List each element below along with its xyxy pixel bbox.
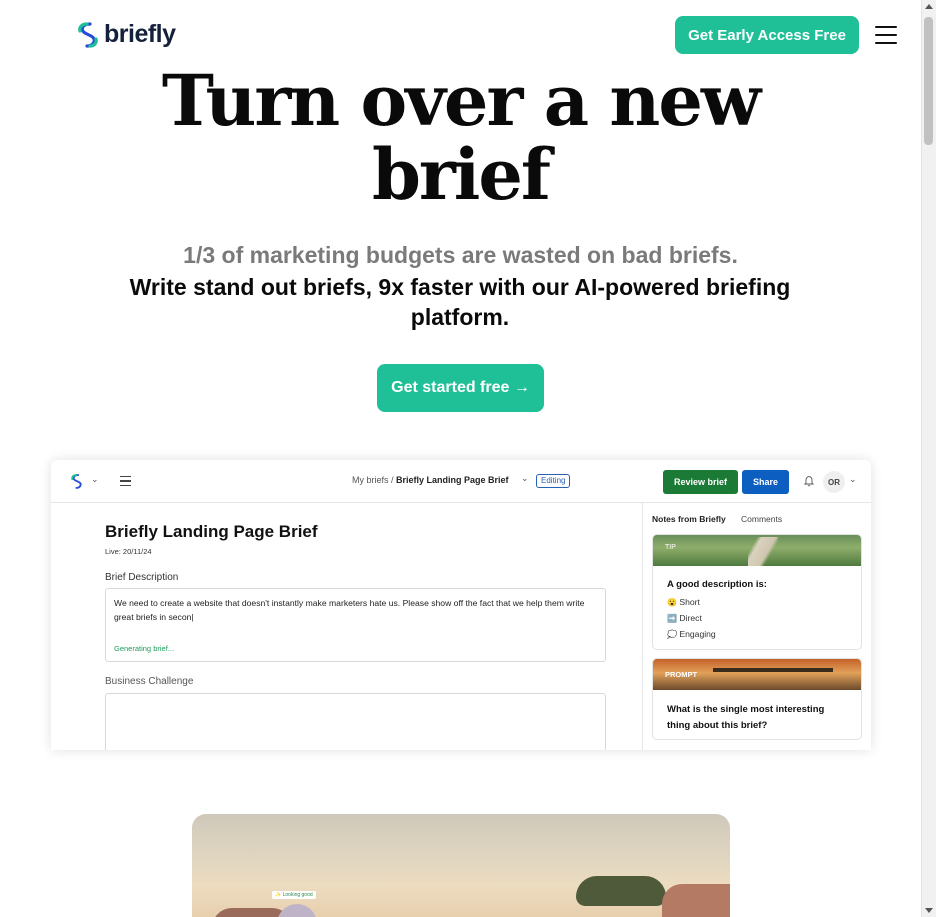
breadcrumb-current: Briefly Landing Page Brief bbox=[396, 475, 509, 485]
app-preview-mockup: ⌄ My briefs / Briefly Landing Page Brief… bbox=[51, 460, 871, 750]
tab-notes-from-briefly[interactable]: Notes from Briefly bbox=[652, 514, 726, 524]
brief-description-label: Brief Description bbox=[105, 572, 179, 583]
tab-comments[interactable]: Comments bbox=[741, 514, 782, 524]
app-toolbar: ⌄ My briefs / Briefly Landing Page Brief… bbox=[51, 460, 871, 503]
scroll-up-arrow-icon[interactable] bbox=[925, 4, 933, 9]
hero-subtitle: Write stand out briefs, 9x faster with o… bbox=[129, 274, 791, 330]
hero-subtitle-stat: 1/3 of marketing budgets are wasted on b… bbox=[183, 242, 738, 268]
scroll-down-arrow-icon[interactable] bbox=[925, 908, 933, 913]
get-early-access-button[interactable]: Get Early Access Free bbox=[675, 16, 859, 54]
hero-title-line1: Turn over a new bbox=[161, 59, 761, 142]
prompt-card: PROMPT What is the single most interesti… bbox=[652, 658, 862, 740]
landscape-image: ✨ Looking good bbox=[192, 814, 730, 917]
bell-icon[interactable] bbox=[804, 475, 814, 487]
brief-description-field[interactable]: We need to create a website that doesn't… bbox=[105, 588, 606, 662]
brief-description-text: We need to create a website that doesn't… bbox=[114, 598, 585, 622]
chevron-down-icon[interactable]: ⌄ bbox=[849, 475, 857, 485]
briefly-logo-icon bbox=[78, 21, 98, 48]
avatar[interactable]: OR bbox=[823, 471, 845, 493]
tip-tag: TIP bbox=[665, 544, 676, 551]
scrollbar-thumb[interactable] bbox=[924, 17, 933, 145]
business-challenge-label: Business Challenge bbox=[105, 676, 194, 687]
tip-card-image: TIP bbox=[653, 535, 861, 566]
tip-item: 💭 Engaging bbox=[667, 629, 716, 639]
hamburger-menu-icon[interactable] bbox=[875, 26, 897, 44]
hero-title-line2: brief bbox=[371, 133, 551, 216]
tip-heading: A good description is: bbox=[667, 579, 767, 590]
chevron-down-icon[interactable]: ⌄ bbox=[521, 474, 529, 484]
hero-title: Turn over a new brief bbox=[0, 64, 921, 212]
looking-good-tag: ✨ Looking good bbox=[272, 891, 316, 899]
prompt-card-image: PROMPT bbox=[653, 659, 861, 690]
app-logo-icon[interactable] bbox=[70, 473, 84, 490]
breadcrumb-my-briefs[interactable]: My briefs bbox=[352, 475, 389, 485]
tip-card: TIP A good description is: 😮 Short ➡️ Di… bbox=[652, 534, 862, 650]
tip-item: ➡️ Direct bbox=[667, 613, 702, 623]
prompt-question: What is the single most interesting thin… bbox=[667, 704, 825, 731]
share-button[interactable]: Share bbox=[742, 470, 789, 494]
notes-sidebar: Notes from Briefly Comments TIP A good d… bbox=[642, 503, 871, 750]
page-scrollbar[interactable] bbox=[921, 0, 936, 917]
tip-item: 😮 Short bbox=[667, 597, 700, 607]
doc-live-date: Live: 20/11/24 bbox=[105, 547, 152, 556]
generating-status: Generating brief... bbox=[114, 644, 175, 653]
business-challenge-field[interactable] bbox=[105, 693, 606, 750]
doc-title: Briefly Landing Page Brief bbox=[105, 522, 318, 541]
editing-badge: Editing bbox=[536, 474, 571, 488]
tree-shape bbox=[576, 876, 666, 906]
briefly-logo[interactable]: briefly bbox=[76, 20, 176, 49]
breadcrumb: My briefs / Briefly Landing Page Brief bbox=[352, 475, 509, 485]
chevron-down-icon[interactable]: ⌄ bbox=[91, 475, 99, 485]
logo-text: briefly bbox=[104, 20, 176, 48]
prompt-tag: PROMPT bbox=[665, 670, 698, 679]
get-started-free-button[interactable]: Get started free → bbox=[377, 364, 544, 412]
app-menu-icon[interactable] bbox=[120, 476, 131, 486]
review-brief-button[interactable]: Review brief bbox=[663, 470, 738, 494]
